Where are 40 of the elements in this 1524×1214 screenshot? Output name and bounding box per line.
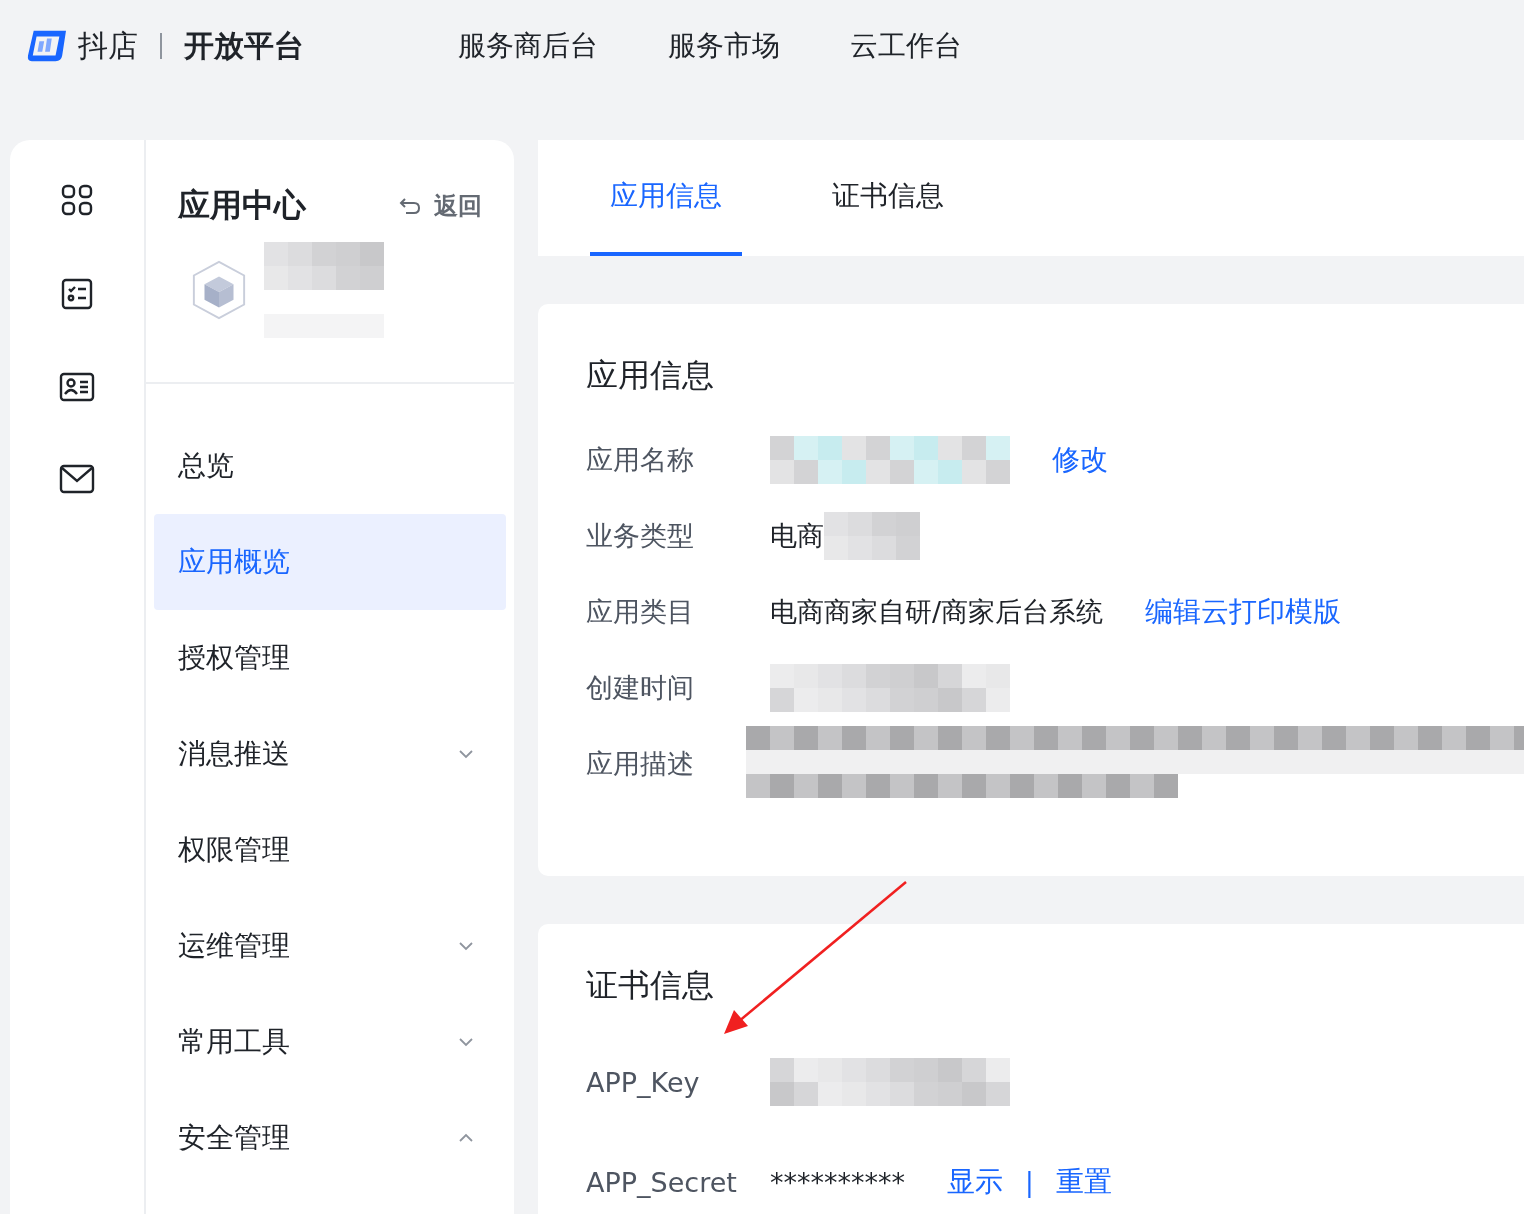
sidebar-title: 应用中心 (178, 185, 306, 226)
action-link[interactable]: 编辑云打印模版 (1145, 593, 1342, 631)
field-label: 应用类目 (586, 595, 695, 629)
sidebar-item[interactable]: 消息推送 (154, 706, 506, 802)
back-link[interactable]: 返回 (398, 190, 482, 222)
top-nav-link[interactable]: 服务商后台 (458, 27, 598, 65)
field-value: ********** (770, 1166, 905, 1198)
action-link[interactable]: 显示 (947, 1163, 1003, 1201)
field-value: 电商 (770, 519, 824, 553)
top-nav-link[interactable]: 服务市场 (668, 27, 780, 65)
field-value: 电商商家自研/商家后台系统 (770, 595, 1104, 629)
field-label: APP_Key (586, 1066, 701, 1098)
checklist-icon[interactable] (61, 278, 93, 310)
tab[interactable]: 应用信息 (590, 140, 742, 256)
field-label: 应用名称 (586, 443, 695, 477)
brand-name: 抖店 (78, 26, 138, 65)
action-link[interactable]: 重置 (1055, 1163, 1112, 1201)
sidebar-item[interactable]: 授权管理 (154, 610, 506, 706)
mail-icon[interactable] (59, 464, 95, 494)
sidebar-item[interactable]: 常用工具 (154, 994, 506, 1090)
tab[interactable]: 证书信息 (812, 140, 964, 256)
link-separator: | (1025, 1167, 1034, 1197)
contact-card-icon[interactable] (59, 372, 95, 402)
cube-icon (190, 259, 248, 321)
platform-title: 开放平台 (184, 26, 304, 65)
sidebar-item[interactable]: 总览 (154, 418, 506, 514)
sidebar-item[interactable]: 运维管理 (154, 898, 506, 994)
section-title: 应用信息 (586, 355, 715, 396)
return-icon (398, 196, 422, 216)
sidebar-item[interactable]: 应用概览 (154, 514, 506, 610)
field-label: 创建时间 (586, 671, 695, 705)
field-label: 应用描述 (586, 747, 695, 781)
top-nav-link[interactable]: 云工作台 (850, 27, 962, 65)
sidebar-item[interactable]: 安全管理 (154, 1090, 506, 1186)
action-link[interactable]: 修改 (1052, 441, 1108, 479)
field-label: APP_Secret (586, 1166, 738, 1198)
field-label: 业务类型 (586, 519, 695, 553)
sidebar-item[interactable]: 权限管理 (154, 802, 506, 898)
grid-icon[interactable] (61, 184, 93, 216)
section-title: 证书信息 (586, 965, 715, 1006)
